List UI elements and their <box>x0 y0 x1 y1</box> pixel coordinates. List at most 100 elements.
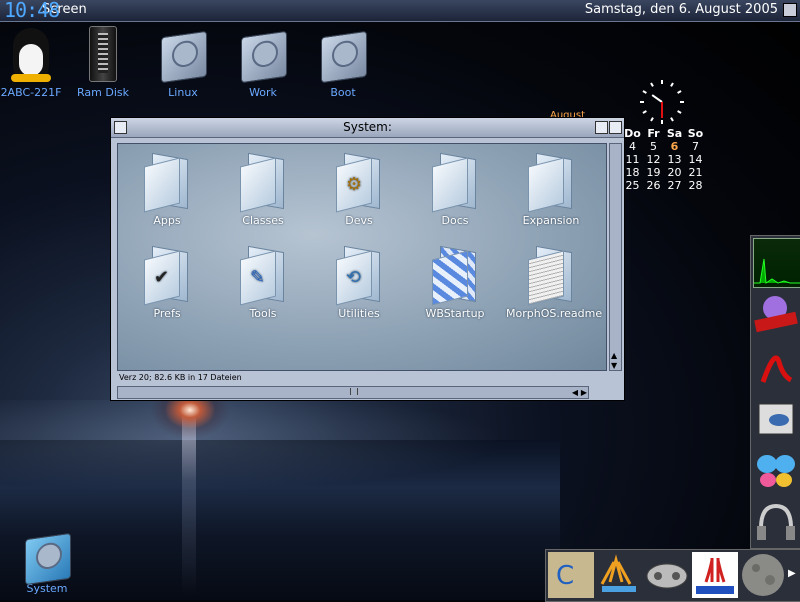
calendar-day-today: 6 <box>670 140 679 153</box>
calendar-day: 27 <box>667 179 682 192</box>
hard-disk-icon <box>235 26 291 84</box>
desktop-clouds <box>0 400 560 500</box>
desktop-icon-label: System <box>26 582 68 595</box>
scrollbar-grip[interactable] <box>350 388 358 395</box>
screen-clock: 10:48 <box>4 0 60 22</box>
screen-date: Samstag, den 6. August 2005 <box>584 2 778 17</box>
calendar-day: 21 <box>688 166 703 179</box>
calendar-day: 11 <box>625 153 640 166</box>
calendar-day-header: Do <box>624 127 641 140</box>
folder-icon <box>144 152 190 213</box>
scroll-right-arrow-icon[interactable]: ▶ <box>581 388 587 397</box>
calendar-day: 14 <box>688 153 703 166</box>
atari-logo-icon[interactable] <box>692 552 738 598</box>
scroll-down-arrow-icon[interactable]: ▼ <box>611 361 617 370</box>
calendar-day: 19 <box>646 166 661 179</box>
calendar: Do Fr Sa So 4 567 11 12 13 14 18 19 20 21 25 26 27 28 <box>622 127 706 192</box>
calendar-day: 7 <box>692 140 699 153</box>
headphones-icon[interactable] <box>753 498 799 546</box>
desktop-icon-system[interactable]: System <box>12 528 82 595</box>
dock-scroll-arrow-icon[interactable]: ▶ <box>788 552 798 598</box>
desktop-icon-label: 2ABC-221F <box>0 86 62 99</box>
butterfly-icon[interactable] <box>753 446 799 494</box>
calendar-day: 26 <box>646 179 661 192</box>
drawer-utilities[interactable]: ⟲ Utilities <box>314 245 404 320</box>
hard-disk-icon <box>155 26 211 84</box>
window-status-bar: Verz 20; 82.6 KB in 17 Dateien <box>119 373 242 382</box>
window-zoom-button[interactable] <box>595 121 608 134</box>
video-player-icon[interactable] <box>753 394 799 442</box>
folder-icon <box>528 152 574 213</box>
calendar-day: 4 <box>629 140 636 153</box>
drawer-label: Tools <box>249 307 277 320</box>
calendar-day: 12 <box>646 153 661 166</box>
clock-second-hand <box>661 102 663 118</box>
moon-icon[interactable] <box>740 552 786 598</box>
system-drawer-window[interactable]: System: Apps Classes ⚙ Devs Docs Expansi… <box>110 117 625 401</box>
calendar-day-header: Sa <box>666 127 683 140</box>
system-disk-icon <box>19 528 75 586</box>
svg-text:C: C <box>556 561 574 591</box>
drawer-expansion[interactable]: Expansion <box>506 152 596 227</box>
window-vertical-scrollbar[interactable]: ▲ ▼ <box>609 143 622 371</box>
desktop-icon-linux[interactable]: Linux <box>148 26 218 99</box>
calendar-week: 4 567 <box>622 140 706 153</box>
window-icon-area[interactable]: Apps Classes ⚙ Devs Docs Expansion ✔ Pre… <box>117 143 607 371</box>
window-title-bar[interactable]: System: <box>111 118 624 138</box>
desktop-icon-ram-disk[interactable]: Ram Disk <box>68 26 138 99</box>
pdf-reader-icon[interactable] <box>753 342 799 390</box>
calendar-header: Do Fr Sa So <box>622 127 706 140</box>
window-close-button[interactable] <box>114 121 127 134</box>
linux-penguin-icon <box>3 26 59 82</box>
calendar-day: 5 <box>650 140 657 153</box>
desktop-icon-label: Ram Disk <box>77 86 129 99</box>
readme-document-icon <box>528 245 574 306</box>
scroll-up-arrow-icon[interactable]: ▲ <box>611 351 617 360</box>
desktop-icon-2abc[interactable]: 2ABC-221F <box>0 26 66 99</box>
cpu-monitor-icon[interactable] <box>753 238 800 288</box>
hard-disk-icon <box>315 26 371 84</box>
cpu-graph <box>754 258 800 284</box>
scroll-left-arrow-icon[interactable]: ◀ <box>572 388 578 397</box>
folder-check-icon: ✔ <box>144 245 190 306</box>
atari-icon[interactable] <box>596 552 642 598</box>
calendar-week: 25 26 27 28 <box>622 179 706 192</box>
folder-icon <box>432 152 478 213</box>
folder-icon <box>240 152 286 213</box>
drawer-tools[interactable]: ✎ Tools <box>218 245 308 320</box>
drawer-apps[interactable]: Apps <box>122 152 212 227</box>
drawer-label: Devs <box>345 214 373 227</box>
folder-gears-icon: ⚙ <box>336 152 382 213</box>
voyager-browser-icon[interactable] <box>753 290 799 338</box>
calendar-day-header: Fr <box>647 127 660 140</box>
screen-title-bar: Screen 10:48 Samstag, den 6. August 2005 <box>0 0 800 22</box>
drawer-label: Docs <box>441 214 469 227</box>
gamepad-icon[interactable] <box>644 552 690 598</box>
window-horizontal-scrollbar[interactable]: ◀ ▶ <box>117 386 589 399</box>
drawer-docs[interactable]: Docs <box>410 152 500 227</box>
window-title: System: <box>343 120 392 134</box>
commodore-icon[interactable]: C <box>548 552 594 598</box>
window-depth-button[interactable] <box>609 121 622 134</box>
desktop-icon-boot[interactable]: Boot <box>308 26 378 99</box>
desktop-icon-label: Boot <box>330 86 356 99</box>
drawer-label: Apps <box>153 214 181 227</box>
desktop-icon-label: Linux <box>168 86 198 99</box>
folder-tools-icon: ✎ <box>240 245 286 306</box>
calendar-week: 18 19 20 21 <box>622 166 706 179</box>
drawer-label: Classes <box>242 214 284 227</box>
folder-utilities-icon: ⟲ <box>336 245 382 306</box>
drawer-classes[interactable]: Classes <box>218 152 308 227</box>
drawer-devs[interactable]: ⚙ Devs <box>314 152 404 227</box>
drawer-label: WBStartup <box>425 307 485 320</box>
calendar-day: 25 <box>625 179 640 192</box>
desktop-icon-work[interactable]: Work <box>228 26 298 99</box>
calendar-day: 13 <box>667 153 682 166</box>
folder-wbstartup-icon <box>432 245 478 306</box>
file-label: MorphOS.readme <box>506 307 603 320</box>
file-morphos-readme[interactable]: MorphOS.readme <box>506 245 602 320</box>
drawer-label: Prefs <box>153 307 181 320</box>
screen-depth-gadget[interactable] <box>783 3 797 17</box>
drawer-wbstartup[interactable]: WBStartup <box>410 245 500 320</box>
drawer-prefs[interactable]: ✔ Prefs <box>122 245 212 320</box>
